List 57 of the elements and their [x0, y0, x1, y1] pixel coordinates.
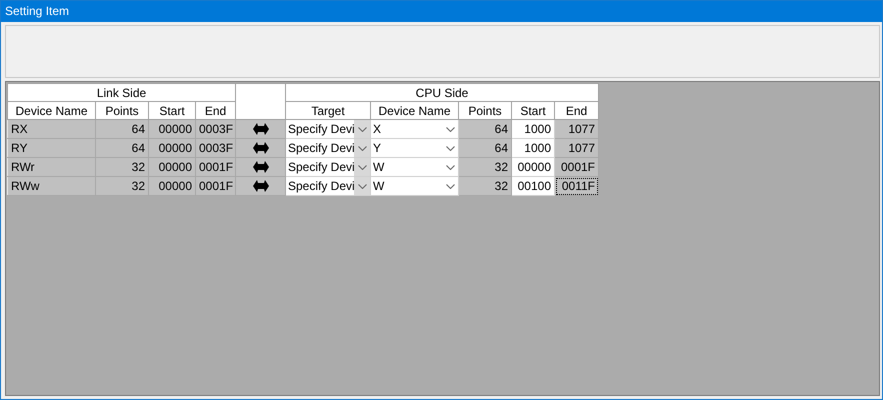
chevron-down-icon	[446, 146, 454, 150]
table-cell: 32	[458, 158, 512, 176]
start-field[interactable]: 1000	[512, 120, 554, 138]
chevron-down-icon	[358, 184, 366, 188]
table-cell: 1077	[554, 138, 599, 158]
table-cell: 32	[458, 176, 512, 196]
chevron-down-icon	[446, 126, 454, 132]
window-title: Setting Item	[1, 1, 882, 22]
table-cell: 00000	[148, 120, 196, 138]
table-cell: 1077	[554, 120, 599, 138]
start-field[interactable]: 00000	[512, 158, 554, 176]
table-cell: 00000	[148, 158, 196, 176]
column-header: Start	[512, 102, 554, 120]
table-cell: 32	[96, 158, 148, 176]
table-cell: RX	[8, 120, 96, 138]
table-cell: 0003F	[196, 138, 236, 158]
table-cell: 64	[458, 120, 512, 138]
table-cell: 00000	[148, 176, 196, 196]
table-cell: 32	[96, 176, 148, 196]
column-header	[236, 84, 286, 120]
column-group-header: Link Side	[8, 84, 236, 102]
chevron-down-icon	[358, 164, 366, 170]
table-cell: 00000	[148, 138, 196, 158]
table-cell: 64	[96, 138, 148, 158]
target-dropdown[interactable]: Specify Devi	[286, 140, 370, 156]
column-header: Start	[148, 102, 196, 120]
start-field[interactable]: 1000	[512, 138, 554, 158]
target-dropdown[interactable]: Specify Devi	[286, 120, 370, 138]
double-arrow-icon	[252, 179, 268, 193]
target-dropdown[interactable]: Specify Devi	[286, 158, 370, 176]
column-header: Points	[458, 102, 512, 120]
table-cell: 64	[96, 120, 148, 138]
chevron-down-icon	[358, 126, 366, 132]
table-cell: 64	[458, 138, 512, 158]
table-cell: RWw	[8, 176, 96, 196]
double-arrow-icon	[252, 160, 268, 174]
chevron-down-icon	[446, 184, 454, 188]
column-header: Device Name	[8, 102, 96, 120]
table-cell: 0003F	[196, 120, 236, 138]
column-header: Device Name	[370, 102, 458, 120]
column-group-header: CPU Side	[286, 84, 599, 102]
table-cell: 0001F	[554, 158, 599, 176]
double-arrow-icon	[252, 122, 268, 136]
table-cell: 0001F	[196, 176, 236, 196]
table-cell: 0011F	[554, 176, 599, 196]
start-field[interactable]: 00100	[512, 176, 554, 196]
table-cell: RY	[8, 138, 96, 158]
chevron-down-icon	[358, 146, 366, 150]
table-cell: RWr	[8, 158, 96, 176]
table-cell: 0001F	[196, 158, 236, 176]
column-header: End	[554, 102, 599, 120]
column-header: Target	[286, 102, 370, 120]
target-dropdown[interactable]: Specify Devi	[286, 178, 370, 194]
column-header: Points	[96, 102, 148, 120]
chevron-down-icon	[446, 164, 454, 170]
column-header: End	[196, 102, 236, 120]
double-arrow-icon	[252, 141, 268, 155]
